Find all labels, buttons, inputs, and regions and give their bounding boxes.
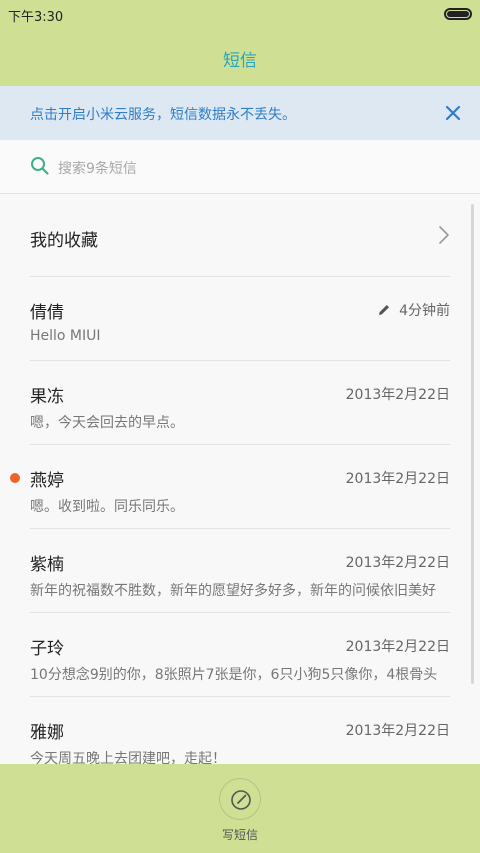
conversation-item[interactable]: 燕婷 2013年2月22日 嗯。收到啦。同乐同乐。 (10, 445, 450, 529)
banner-text[interactable]: 点击开启小米云服务，短信数据永不丢失。 (30, 104, 296, 124)
title-bar: 短信 (0, 28, 480, 86)
message-preview: 新年的祝福数不胜数，新年的愿望好多好多，新年的问候依旧美好 (30, 583, 436, 599)
conversation-item[interactable]: 子玲 2013年2月22日 10分想念9别的你，8张照片7张是你，6只小狗5只像… (30, 613, 450, 697)
contact-name: 果冻 (30, 387, 64, 407)
draft-pencil-icon (379, 305, 390, 315)
compose-button[interactable] (219, 778, 261, 820)
conversation-list[interactable]: 我的收藏 倩倩 4分钟前 Hello MIUI 果冻 2013年2月22日 嗯，… (0, 194, 480, 764)
contact-name: 倩倩 (30, 303, 64, 323)
message-time: 2013年2月22日 (345, 723, 450, 739)
message-time: 4分钟前 (377, 300, 450, 320)
chevron-right-icon (438, 225, 450, 245)
search-input[interactable]: 搜索9条短信 (58, 158, 137, 178)
message-preview: 10分想念9别的你，8张照片7张是你，6只小狗5只像你，4根骨头 (30, 667, 438, 683)
message-time: 2013年2月22日 (345, 387, 450, 403)
compose-label[interactable]: 写短信 (0, 826, 480, 843)
status-bar: 下午3:30 (0, 0, 480, 28)
contact-name: 子玲 (30, 639, 64, 659)
message-preview: 嗯。收到啦。同乐同乐。 (30, 499, 184, 515)
status-time: 下午3:30 (8, 10, 64, 25)
conversation-item[interactable]: 果冻 2013年2月22日 嗯，今天会回去的早点。 (30, 361, 450, 445)
message-time: 2013年2月22日 (345, 555, 450, 571)
unread-dot (10, 473, 20, 483)
close-icon[interactable] (442, 102, 464, 124)
battery-icon (444, 8, 472, 20)
conversation-item[interactable]: 紫楠 2013年2月22日 新年的祝福数不胜数，新年的愿望好多好多，新年的问候依… (30, 529, 450, 613)
message-preview: 今天周五晚上去团建吧，走起！ (30, 751, 226, 764)
search-icon (30, 156, 50, 176)
page-title: 短信 (223, 51, 257, 71)
messages-screen: 下午3:30 短信 点击开启小米云服务，短信数据永不丢失。 搜索9条短信 我的收… (0, 0, 480, 853)
message-preview: 嗯，今天会回去的早点。 (30, 415, 184, 431)
message-time-text: 4分钟前 (399, 303, 450, 319)
cloud-service-banner[interactable]: 点击开启小米云服务，短信数据永不丢失。 (0, 86, 480, 140)
favorites-label: 我的收藏 (30, 231, 98, 251)
contact-name: 雅娜 (30, 723, 64, 743)
message-preview: Hello MIUI (30, 328, 101, 344)
compose-icon (231, 790, 251, 810)
search-bar[interactable]: 搜索9条短信 (0, 140, 480, 194)
message-time: 2013年2月22日 (345, 639, 450, 655)
contact-name: 燕婷 (30, 471, 64, 491)
conversation-item[interactable]: 倩倩 4分钟前 Hello MIUI (30, 277, 450, 361)
conversation-item[interactable]: 雅娜 2013年2月22日 今天周五晚上去团建吧，走起！ (30, 697, 450, 764)
favorites-entry[interactable]: 我的收藏 (30, 194, 450, 277)
bottom-bar: 写短信 (0, 764, 480, 853)
scrollbar[interactable] (471, 204, 474, 684)
message-time: 2013年2月22日 (345, 471, 450, 487)
contact-name: 紫楠 (30, 555, 64, 575)
